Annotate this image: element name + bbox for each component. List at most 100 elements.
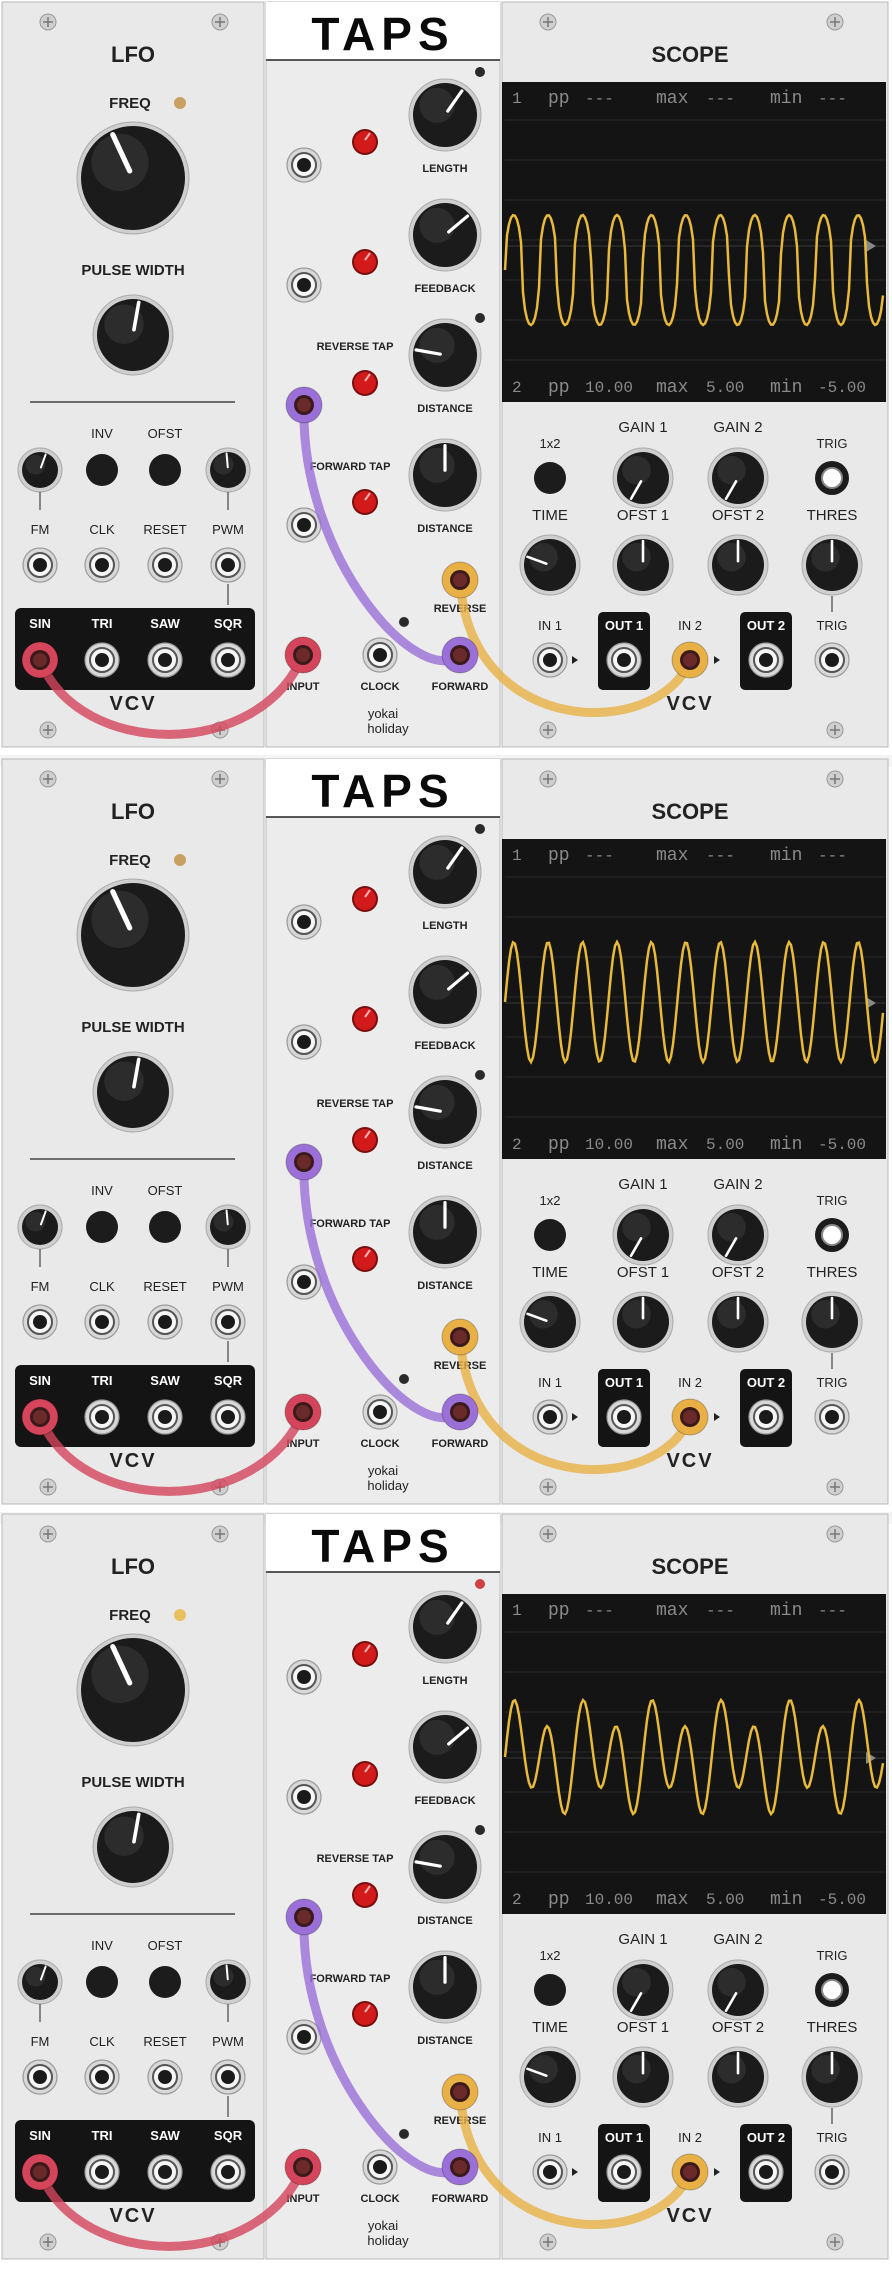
trig-in-jack[interactable] <box>814 2154 850 2190</box>
feedback-knob[interactable] <box>408 198 482 272</box>
length-knob[interactable] <box>408 1590 482 1664</box>
taps-cv-jack[interactable] <box>286 1659 322 1695</box>
yellow-cable-plug[interactable] <box>671 2153 709 2191</box>
ofst-button[interactable] <box>149 1211 181 1243</box>
inv-button[interactable] <box>86 1966 118 1998</box>
lfo-output-jack[interactable] <box>147 1399 183 1435</box>
purple-cable-plug[interactable] <box>285 1143 323 1181</box>
length-cv-knob[interactable] <box>352 886 378 912</box>
reverse-distance-cv-knob[interactable] <box>352 1882 378 1908</box>
inv-button[interactable] <box>86 1211 118 1243</box>
lfo-input-jack[interactable] <box>22 1304 58 1340</box>
lfo-input-jack[interactable] <box>22 2059 58 2095</box>
purple-cable-plug[interactable] <box>441 1393 479 1431</box>
gain1-knob[interactable] <box>612 1204 674 1266</box>
lfo-output-jack[interactable] <box>210 642 246 678</box>
trig-button[interactable] <box>815 461 849 495</box>
feedback-cv-knob[interactable] <box>352 1761 378 1787</box>
red-cable-plug[interactable] <box>21 2153 59 2191</box>
feedback-cv-knob[interactable] <box>352 249 378 275</box>
length-knob[interactable] <box>408 78 482 152</box>
length-cv-knob[interactable] <box>352 129 378 155</box>
ofst1-knob[interactable] <box>612 2046 674 2108</box>
yellow-cable-plug[interactable] <box>671 1398 709 1436</box>
lfo-output-jack[interactable] <box>147 642 183 678</box>
gain1-knob[interactable] <box>612 447 674 509</box>
pulse-width-knob[interactable] <box>92 294 174 376</box>
trig-in-jack[interactable] <box>814 1399 850 1435</box>
pulse-width-knob[interactable] <box>92 1806 174 1888</box>
feedback-knob[interactable] <box>408 1710 482 1784</box>
lfo-output-jack[interactable] <box>147 2154 183 2190</box>
trig-button[interactable] <box>815 1218 849 1252</box>
reverse-distance-knob[interactable] <box>408 318 482 392</box>
lfo-output-jack[interactable] <box>84 1399 120 1435</box>
pwm-atten-knob[interactable] <box>205 447 251 493</box>
freq-knob[interactable] <box>76 1633 190 1747</box>
lfo-output-jack[interactable] <box>210 2154 246 2190</box>
yellow-cable-plug[interactable] <box>671 641 709 679</box>
feedback-cv-knob[interactable] <box>352 1006 378 1032</box>
forward-distance-knob[interactable] <box>408 438 482 512</box>
red-cable-plug[interactable] <box>21 1398 59 1436</box>
x1x2-button[interactable] <box>534 462 566 494</box>
pwm-atten-knob[interactable] <box>205 1959 251 2005</box>
time-knob[interactable] <box>519 2046 581 2108</box>
forward-distance-cv-knob[interactable] <box>352 2001 378 2027</box>
in1-jack[interactable] <box>532 2154 568 2190</box>
thres-knob[interactable] <box>801 1291 863 1353</box>
taps-cv-jack[interactable] <box>286 1779 322 1815</box>
lfo-input-jack[interactable] <box>147 2059 183 2095</box>
ofst-button[interactable] <box>149 1966 181 1998</box>
ofst2-knob[interactable] <box>707 2046 769 2108</box>
ofst1-knob[interactable] <box>612 534 674 596</box>
forward-distance-knob[interactable] <box>408 1950 482 2024</box>
lfo-input-jack[interactable] <box>147 1304 183 1340</box>
feedback-knob[interactable] <box>408 955 482 1029</box>
lfo-output-jack[interactable] <box>210 1399 246 1435</box>
yellow-cable-plug[interactable] <box>441 2073 479 2111</box>
lfo-input-jack[interactable] <box>84 547 120 583</box>
fm-atten-knob[interactable] <box>17 447 63 493</box>
lfo-input-jack[interactable] <box>84 1304 120 1340</box>
trig-button[interactable] <box>815 1973 849 2007</box>
reverse-distance-knob[interactable] <box>408 1830 482 1904</box>
out2-jack[interactable] <box>748 2154 784 2190</box>
reverse-distance-cv-knob[interactable] <box>352 1127 378 1153</box>
out1-jack[interactable] <box>606 642 642 678</box>
trig-in-jack[interactable] <box>814 642 850 678</box>
ofst2-knob[interactable] <box>707 534 769 596</box>
in1-jack[interactable] <box>532 642 568 678</box>
taps-cv-jack[interactable] <box>286 1024 322 1060</box>
x1x2-button[interactable] <box>534 1974 566 2006</box>
x1x2-button[interactable] <box>534 1219 566 1251</box>
lfo-input-jack[interactable] <box>210 547 246 583</box>
red-cable-plug[interactable] <box>284 636 322 674</box>
taps-cv-jack[interactable] <box>286 267 322 303</box>
length-knob[interactable] <box>408 835 482 909</box>
red-cable-plug[interactable] <box>284 2148 322 2186</box>
inv-button[interactable] <box>86 454 118 486</box>
out2-jack[interactable] <box>748 642 784 678</box>
fm-atten-knob[interactable] <box>17 1959 63 2005</box>
gain2-knob[interactable] <box>707 447 769 509</box>
reverse-distance-knob[interactable] <box>408 1075 482 1149</box>
gain2-knob[interactable] <box>707 1959 769 2021</box>
ofst2-knob[interactable] <box>707 1291 769 1353</box>
freq-knob[interactable] <box>76 121 190 235</box>
taps-cv-jack[interactable] <box>286 904 322 940</box>
time-knob[interactable] <box>519 534 581 596</box>
red-cable-plug[interactable] <box>284 1393 322 1431</box>
lfo-input-jack[interactable] <box>147 547 183 583</box>
out1-jack[interactable] <box>606 1399 642 1435</box>
forward-distance-cv-knob[interactable] <box>352 489 378 515</box>
pulse-width-knob[interactable] <box>92 1051 174 1133</box>
lfo-output-jack[interactable] <box>84 642 120 678</box>
clock-jack[interactable] <box>362 2149 398 2185</box>
out1-jack[interactable] <box>606 2154 642 2190</box>
purple-cable-plug[interactable] <box>441 2148 479 2186</box>
in1-jack[interactable] <box>532 1399 568 1435</box>
gain1-knob[interactable] <box>612 1959 674 2021</box>
purple-cable-plug[interactable] <box>285 386 323 424</box>
forward-distance-knob[interactable] <box>408 1195 482 1269</box>
